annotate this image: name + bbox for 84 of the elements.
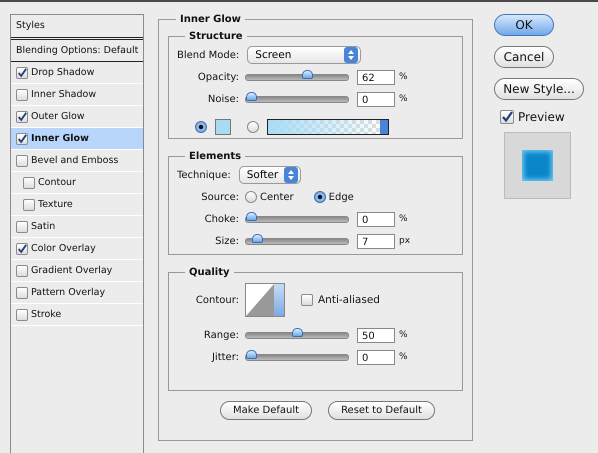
group-title: Structure xyxy=(188,31,244,42)
radio-button[interactable] xyxy=(195,121,207,133)
contour-picker[interactable] xyxy=(245,283,285,317)
sidebar-item[interactable]: Stroke xyxy=(11,304,143,326)
gradient-picker[interactable] xyxy=(267,119,389,135)
checkbox-option[interactable]: Anti-aliased xyxy=(301,294,380,306)
option-label: Edge xyxy=(328,192,354,202)
checkbox[interactable] xyxy=(16,220,28,232)
radio-option[interactable]: Edge xyxy=(314,191,354,203)
field-label: Contour: xyxy=(194,294,239,306)
checkbox[interactable] xyxy=(16,308,28,320)
value-field[interactable]: 62 xyxy=(357,70,395,84)
unit-label: % xyxy=(399,94,408,104)
field-label: Source: xyxy=(200,192,239,202)
sidebar-item[interactable]: Drop Shadow xyxy=(11,62,143,84)
group-title: Quality xyxy=(188,267,231,278)
stepper-icon xyxy=(284,167,298,183)
value-field[interactable]: 50 xyxy=(357,328,395,342)
sidebar-item[interactable]: Texture xyxy=(11,194,143,216)
checkbox[interactable] xyxy=(301,294,313,306)
group-title: Inner Glow xyxy=(179,14,242,25)
value-field[interactable]: 0 xyxy=(357,92,395,106)
slider-thumb[interactable] xyxy=(246,92,257,100)
radio-button[interactable] xyxy=(245,191,257,203)
stepper-icon xyxy=(344,47,358,63)
slider-label: Range: xyxy=(202,330,239,340)
slider-label: Size: xyxy=(214,236,239,246)
checkbox[interactable] xyxy=(500,110,514,124)
value-field[interactable]: 7 xyxy=(357,234,395,248)
sidebar-item[interactable]: Blending Options: Default xyxy=(11,40,143,62)
checkbox[interactable] xyxy=(16,264,28,276)
option-label: Preview xyxy=(518,110,565,124)
unit-label: px xyxy=(399,236,410,246)
field-label: Technique: xyxy=(177,170,231,180)
field-label: Blend Mode: xyxy=(177,50,240,60)
unit-label: % xyxy=(399,72,408,82)
sidebar-item[interactable]: Gradient Overlay xyxy=(11,260,143,282)
dialog-button[interactable]: OK xyxy=(494,14,554,36)
slider-label: Opacity: xyxy=(196,72,239,82)
dialog-button[interactable]: New Style... xyxy=(494,78,584,100)
sidebar-item[interactable]: Inner Shadow xyxy=(11,84,143,106)
checkbox[interactable] xyxy=(23,198,35,210)
checkbox[interactable] xyxy=(16,242,28,254)
sidebar-item[interactable]: Inner Glow xyxy=(11,128,143,150)
sidebar-item[interactable]: Bevel and Emboss xyxy=(11,150,143,172)
checkbox[interactable] xyxy=(16,286,28,298)
sidebar-item[interactable]: Pattern Overlay xyxy=(11,282,143,304)
checkbox[interactable] xyxy=(16,154,28,166)
radio-option[interactable]: Center xyxy=(245,191,294,203)
checkbox[interactable] xyxy=(16,132,28,144)
unit-label: % xyxy=(399,214,408,224)
group-title: Elements xyxy=(188,151,242,162)
sidebar-item[interactable]: Color Overlay xyxy=(11,238,143,260)
blend-mode-dropdown[interactable]: Screen xyxy=(247,46,362,64)
checkbox-option[interactable]: Preview xyxy=(500,110,565,124)
push-button[interactable]: Make Default xyxy=(220,401,312,420)
unit-label: % xyxy=(399,330,408,340)
push-button[interactable]: Reset to Default xyxy=(328,401,435,420)
slider-label: Choke: xyxy=(204,214,239,224)
value-field[interactable]: 0 xyxy=(357,350,395,364)
sidebar-item[interactable]: Contour xyxy=(11,172,143,194)
slider-thumb[interactable] xyxy=(292,328,302,336)
radio-button[interactable] xyxy=(314,191,326,203)
slider-label: Noise: xyxy=(206,94,239,104)
color-swatch[interactable] xyxy=(215,119,231,135)
slider-thumb[interactable] xyxy=(252,234,264,242)
styles-header[interactable]: Styles xyxy=(11,15,143,40)
checkbox[interactable] xyxy=(16,110,28,122)
value-field[interactable]: 0 xyxy=(357,212,395,226)
dialog-button[interactable]: Cancel xyxy=(494,46,554,68)
checkbox[interactable] xyxy=(23,176,35,188)
slider-thumb[interactable] xyxy=(246,350,257,358)
unit-label: % xyxy=(399,352,408,362)
slider-label: Jitter: xyxy=(210,352,239,362)
slider-thumb[interactable] xyxy=(302,70,314,78)
sidebar-item[interactable]: Satin xyxy=(11,216,143,238)
technique-dropdown[interactable]: Softer xyxy=(238,166,301,184)
preview-square-icon xyxy=(522,150,553,181)
option-label: Anti-aliased xyxy=(318,294,380,306)
radio-button[interactable] xyxy=(247,121,259,133)
checkbox[interactable] xyxy=(16,88,28,100)
option-label: Center xyxy=(260,192,294,202)
checkbox[interactable] xyxy=(16,66,28,78)
slider-thumb[interactable] xyxy=(246,212,257,220)
